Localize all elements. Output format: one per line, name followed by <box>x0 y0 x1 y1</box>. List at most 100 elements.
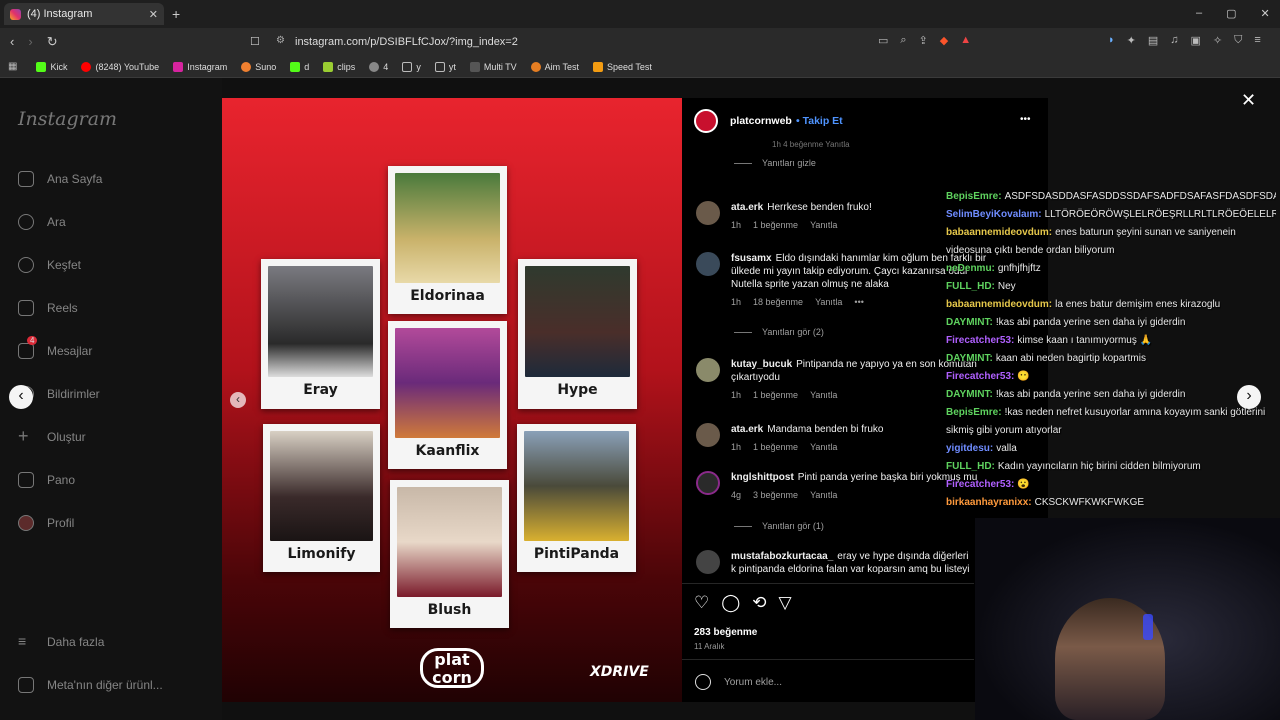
xdrive-logo: XDRIVE <box>590 664 649 680</box>
rewards-icon[interactable]: ▲ <box>960 34 971 47</box>
bookmark-yt[interactable]: yt <box>430 61 461 72</box>
photo <box>397 487 502 597</box>
audio-icon[interactable]: ◗ <box>1108 34 1115 47</box>
maximize-button[interactable]: ▢ <box>1226 7 1236 20</box>
share-icon[interactable]: ⇪ <box>919 34 928 47</box>
chat-message: Firecatcher53: kimse kaan ı tanımıyormuş … <box>946 335 1153 346</box>
avatar[interactable] <box>696 423 720 447</box>
chevron-left-icon: ‹ <box>236 392 240 406</box>
bookmark-multitv[interactable]: Multi TV <box>465 61 522 72</box>
comment-bubble-icon[interactable]: ◯ <box>721 593 740 613</box>
instagram-favicon-icon <box>10 8 21 20</box>
close-tab-icon[interactable]: ✕ <box>149 8 158 21</box>
close-modal-icon[interactable]: ✕ <box>1241 90 1256 111</box>
avatar[interactable] <box>696 550 720 574</box>
bookmark-d[interactable]: d <box>285 61 314 72</box>
comment-username[interactable]: ata.erk <box>731 202 763 213</box>
bookmark-4[interactable]: 4 <box>364 61 393 72</box>
post-image: Eldorinaa Eray Hype Kaanflix Limonify Pi… <box>222 98 682 702</box>
leo-icon[interactable]: ✧ <box>1213 34 1222 47</box>
bookmark-aimtest[interactable]: Aim Test <box>526 61 584 72</box>
photo <box>395 328 500 438</box>
view-replies-button[interactable]: Yanıtları gör (1) <box>734 521 824 531</box>
back-icon[interactable]: ‹ <box>10 34 14 50</box>
cast-icon[interactable]: ▭ <box>878 34 888 47</box>
repost-icon[interactable]: ⟲ <box>752 593 766 613</box>
comment-username[interactable]: fsusamx <box>731 253 772 264</box>
sidebar-icon[interactable]: ▤ <box>1148 34 1158 47</box>
author-username[interactable]: platcornweb <box>730 115 792 127</box>
dashboard-icon <box>18 472 34 488</box>
new-tab-button[interactable]: + <box>172 6 180 22</box>
share-paperplane-icon[interactable]: ▽ <box>779 593 792 613</box>
bookmark-speedtest[interactable]: Speed Test <box>588 61 657 72</box>
bookmark-clips[interactable]: clips <box>318 61 360 72</box>
nav-search[interactable]: Ara <box>18 214 66 230</box>
nav-create[interactable]: + Oluştur <box>18 427 86 445</box>
nav-profile[interactable]: Profil <box>18 515 74 531</box>
avatar[interactable] <box>696 201 720 225</box>
photo <box>268 266 373 377</box>
like-heart-icon[interactable]: ♡ <box>694 593 709 613</box>
home-icon <box>18 171 34 187</box>
fox-icon <box>530 61 541 72</box>
post-actions: ♡ ◯ ⟲ ▽ <box>694 593 792 613</box>
card-limonify: Limonify <box>263 424 380 572</box>
extensions-icon[interactable]: ✦ <box>1127 34 1136 47</box>
nav-meta[interactable]: Meta'nın diğer ürünl... <box>18 677 163 693</box>
comment-input[interactable]: Yorum ekle... <box>724 677 782 688</box>
card-pintipanda: PintiPanda <box>517 424 636 572</box>
minimize-button[interactable]: – <box>1196 7 1202 20</box>
nav-home[interactable]: Ana Sayfa <box>18 171 102 187</box>
menu-icon[interactable]: ≡ <box>1254 34 1260 47</box>
vpn-icon[interactable]: ⛉ <box>1234 34 1242 47</box>
avatar[interactable] <box>696 471 720 495</box>
comment-username[interactable]: ata.erk <box>731 424 763 435</box>
bookmark-instagram[interactable]: Instagram <box>168 61 232 72</box>
view-replies-button[interactable]: Yanıtları gör (2) <box>734 327 824 337</box>
brave-shield-icon[interactable]: ◆ <box>940 34 948 47</box>
previous-post-button[interactable]: ‹ <box>9 385 33 409</box>
bookmark-y[interactable]: y <box>397 61 426 72</box>
comment-username[interactable]: kutay_bucuk <box>731 359 792 370</box>
nav-explore[interactable]: Keşfet <box>18 257 81 273</box>
more-options-icon[interactable]: ••• <box>1020 114 1031 125</box>
bookmark-youtube[interactable]: (8248) YouTube <box>76 61 164 72</box>
comment-more-icon[interactable]: ••• <box>854 297 863 307</box>
avatar[interactable] <box>696 252 720 276</box>
comment-username[interactable]: mustafabozkurtacaa_ <box>731 551 833 562</box>
close-window-button[interactable]: ✕ <box>1261 7 1270 20</box>
apps-grid-icon[interactable]: ▦ <box>8 61 17 72</box>
microphone-icon <box>1143 614 1153 640</box>
follow-button[interactable]: • Takip Et <box>796 115 843 127</box>
bookmark-icon[interactable]: ☐ <box>250 35 260 48</box>
photo <box>524 431 629 541</box>
zoom-icon[interactable]: ⌕ <box>900 34 906 47</box>
forward-icon[interactable]: › <box>28 34 32 50</box>
kick-icon <box>36 61 47 72</box>
instagram-icon <box>173 61 184 72</box>
chat-message: DAYMINT: !kas abi panda yerine sen daha i… <box>946 317 1186 328</box>
nav-reels[interactable]: Reels <box>18 300 78 316</box>
hide-replies-button[interactable]: Yanıtları gizle <box>734 158 816 168</box>
likes-count[interactable]: 283 beğenme <box>694 627 757 638</box>
author-avatar[interactable] <box>694 109 718 133</box>
instagram-logo[interactable]: Instagram <box>18 108 117 130</box>
music-icon[interactable]: ♫ <box>1170 34 1178 47</box>
carousel-prev-button[interactable]: ‹ <box>230 392 246 408</box>
browser-tab[interactable]: (4) Instagram ✕ <box>4 3 164 25</box>
comment-username[interactable]: knglshittpost <box>731 472 794 483</box>
wallet-icon[interactable]: ▣ <box>1191 34 1201 47</box>
reload-icon[interactable]: ↻ <box>47 34 58 50</box>
site-info-icon[interactable]: ⚙ <box>276 35 285 46</box>
bookmark-kick[interactable]: Kick <box>31 61 72 72</box>
bookmark-suno[interactable]: Suno <box>236 61 281 72</box>
nav-messages[interactable]: 4 Mesajlar <box>18 336 92 359</box>
nav-buttons: ‹ › ↻ <box>10 34 58 50</box>
avatar[interactable] <box>696 358 720 382</box>
emoji-icon[interactable] <box>695 674 711 690</box>
nav-more[interactable]: ≡ Daha fazla <box>18 634 104 650</box>
chat-message: birkaanhayranixx: CKSCKWFKWKFWKGE <box>946 497 1145 508</box>
messages-badge: 4 <box>27 336 38 345</box>
nav-dashboard[interactable]: Pano <box>18 472 75 488</box>
